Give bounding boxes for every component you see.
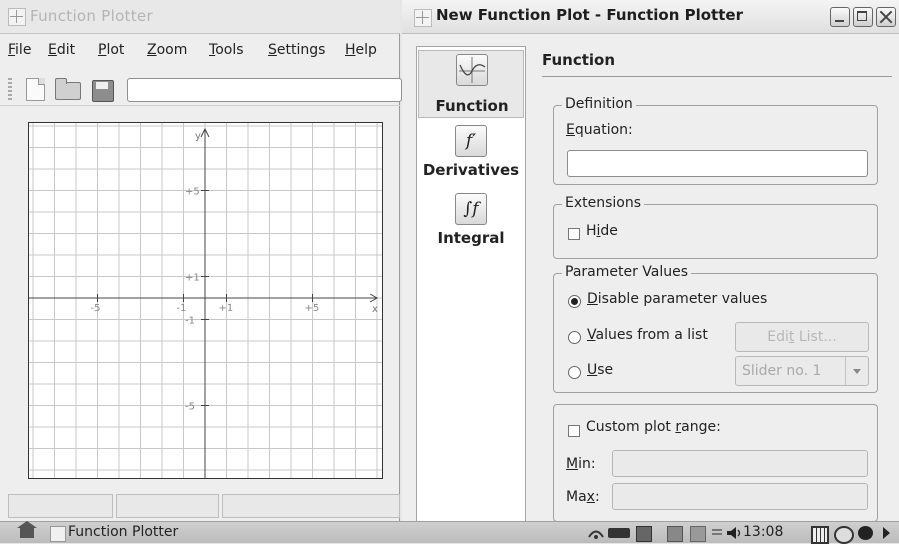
menu-edit[interactable]: Edit	[48, 42, 75, 58]
hide-checkbox[interactable]	[568, 228, 580, 240]
y-tick-label: +5	[185, 187, 200, 198]
main-window-title: Function Plotter	[30, 7, 153, 25]
main-window-titlebar[interactable]: Function Plotter	[0, 0, 400, 34]
new-function-plot-dialog: New Function Plot - Function Plotter Fun…	[402, 0, 899, 522]
clock[interactable]: 13:08	[743, 524, 783, 540]
function-plotter-app-icon	[414, 9, 432, 27]
values-from-list-radio[interactable]	[568, 331, 581, 344]
y-tick-label: -1	[185, 316, 195, 327]
section-title: Function	[542, 51, 616, 69]
menu-help[interactable]: Help	[345, 42, 377, 58]
status-cell-1	[8, 494, 113, 518]
custom-plot-range-label[interactable]: Custom plot range:	[586, 419, 721, 435]
y-tick-label: +1	[185, 273, 200, 284]
definition-legend: Definition	[562, 96, 636, 112]
max-input[interactable]	[612, 483, 868, 510]
statusbar	[0, 494, 400, 520]
dialog-title: New Function Plot - Function Plotter	[436, 6, 743, 24]
status-cell-2	[116, 494, 219, 518]
klipper-icon[interactable]	[667, 526, 683, 542]
x-tick-label: +1	[219, 303, 234, 314]
plot-canvas[interactable]: x y -5 -1 +1 +5 +5 +1 -1 -5	[29, 123, 382, 478]
arrow-icon[interactable]	[883, 527, 890, 539]
task-button-label[interactable]: Function Plotter	[68, 524, 178, 540]
smiley-icon[interactable]	[834, 526, 854, 544]
parameter-values-legend: Parameter Values	[562, 264, 692, 280]
chevron-down-icon[interactable]	[845, 357, 868, 385]
page-label-function: Function	[435, 97, 509, 115]
menu-settings[interactable]: Settings	[268, 42, 325, 58]
disable-parameters-radio[interactable]	[568, 295, 581, 308]
x-tick-label: -5	[91, 303, 101, 314]
values-from-list-label[interactable]: Values from a list	[587, 327, 708, 343]
function-plotter-task-icon[interactable]	[50, 526, 66, 542]
toolbar-function-input[interactable]	[127, 78, 402, 102]
section-divider	[542, 76, 892, 77]
power-icon[interactable]	[858, 526, 873, 540]
menu-tools[interactable]: Tools	[209, 42, 244, 58]
status-cell-3	[222, 494, 400, 518]
extensions-legend: Extensions	[562, 195, 645, 211]
function-plotter-app-icon	[8, 8, 26, 26]
main-window: Function Plotter File Edit Plot Zoom Too…	[0, 0, 402, 521]
function-graph-icon	[456, 54, 488, 86]
open-folder-icon[interactable]	[55, 78, 81, 100]
menubar: File Edit Plot Zoom Tools Settings Help	[0, 36, 400, 66]
slider-select[interactable]: Slider no. 1	[735, 356, 869, 386]
plot-area[interactable]: x y -5 -1 +1 +5 +5 +1 -1 -5	[28, 122, 383, 479]
disable-parameters-label[interactable]: Disable parameter values	[587, 291, 767, 307]
new-document-icon[interactable]	[26, 78, 45, 101]
use-slider-label[interactable]: Use	[587, 362, 613, 378]
page-list: Function f′ Derivatives ∫f Integral	[416, 46, 526, 522]
integral-icon: ∫f	[455, 193, 487, 225]
y-axis-label: y	[195, 131, 201, 142]
page-item-integral[interactable]: ∫f Integral	[418, 191, 524, 253]
page-label-integral: Integral	[437, 229, 505, 247]
taskbar: Function Plotter 13:08	[0, 521, 899, 544]
hide-label[interactable]: Hide	[586, 223, 618, 239]
page-label-derivatives: Derivatives	[422, 161, 520, 179]
toolbar-grip-handle[interactable]	[8, 78, 12, 102]
extensions-group: Extensions Hide	[553, 195, 878, 259]
definition-group: Definition Equation:	[553, 96, 878, 185]
network-icon[interactable]	[586, 526, 606, 540]
y-tick-label: -5	[185, 402, 195, 413]
parameter-values-group: Parameter Values Disable parameter value…	[553, 264, 878, 393]
menu-file[interactable]: File	[8, 42, 31, 58]
equation-input[interactable]	[567, 150, 868, 177]
keyboard-icon[interactable]	[712, 529, 722, 537]
page-item-function[interactable]: Function	[418, 50, 524, 118]
min-input[interactable]	[612, 450, 868, 477]
x-tick-label: -1	[177, 303, 187, 314]
menu-plot[interactable]: Plot	[98, 42, 124, 58]
close-button[interactable]	[876, 7, 896, 27]
maximize-button[interactable]	[853, 7, 873, 27]
slider-select-value: Slider no. 1	[742, 363, 822, 379]
max-label: Max:	[566, 489, 600, 505]
use-slider-radio[interactable]	[568, 366, 581, 379]
font-icon[interactable]	[690, 526, 706, 542]
dialog-titlebar[interactable]: New Function Plot - Function Plotter	[402, 0, 899, 34]
volume-icon[interactable]	[726, 526, 742, 540]
x-tick-label: +5	[305, 303, 320, 314]
minimize-button[interactable]	[830, 7, 850, 27]
min-label: Min:	[566, 456, 596, 472]
save-disk-icon[interactable]	[92, 80, 114, 102]
edit-list-button[interactable]: Edit List...	[735, 322, 869, 352]
equation-label: Equation:	[566, 122, 633, 138]
custom-plot-range-checkbox[interactable]	[568, 425, 580, 437]
display-icon[interactable]	[636, 526, 652, 542]
plot-range-group: Custom plot range: Min: Max:	[553, 404, 878, 522]
menu-zoom[interactable]: Zoom	[147, 42, 187, 58]
home-icon[interactable]	[17, 521, 37, 538]
battery-icon[interactable]	[608, 528, 630, 538]
page-item-derivatives[interactable]: f′ Derivatives	[418, 123, 524, 185]
x-axis-label: x	[372, 304, 378, 315]
calendar-icon[interactable]	[811, 526, 829, 544]
derivative-f-prime-icon: f′	[455, 125, 487, 157]
